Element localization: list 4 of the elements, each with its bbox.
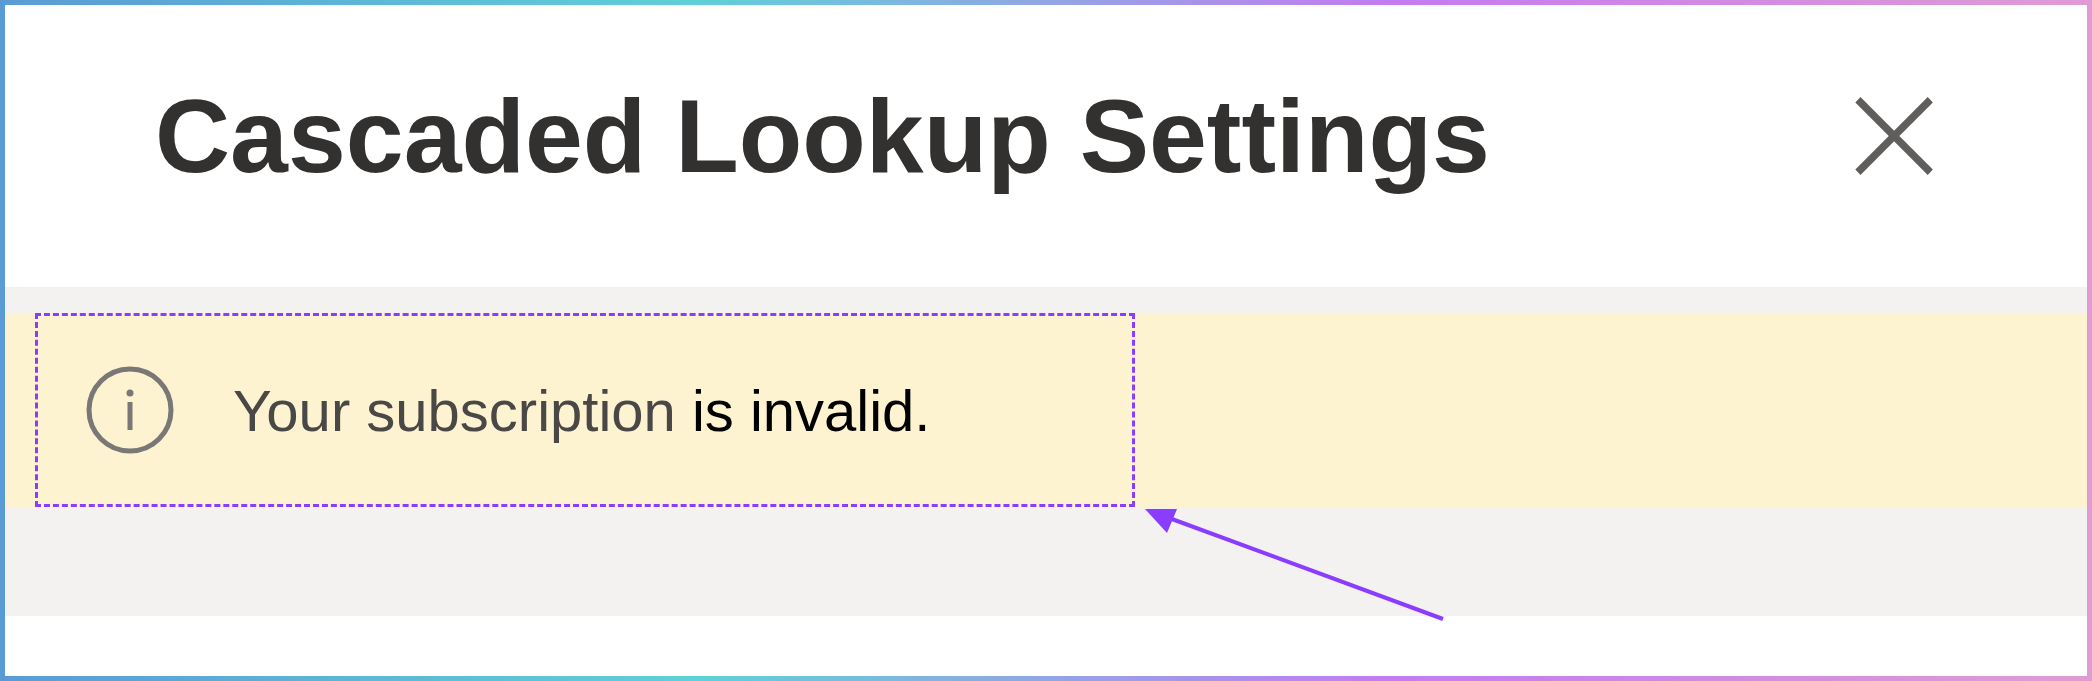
notice-text: Your subscription is invalid.	[233, 376, 931, 444]
dialog-title: Cascaded Lookup Settings	[155, 76, 1490, 196]
info-icon	[85, 365, 175, 455]
close-button[interactable]: ×	[1831, 56, 1957, 206]
